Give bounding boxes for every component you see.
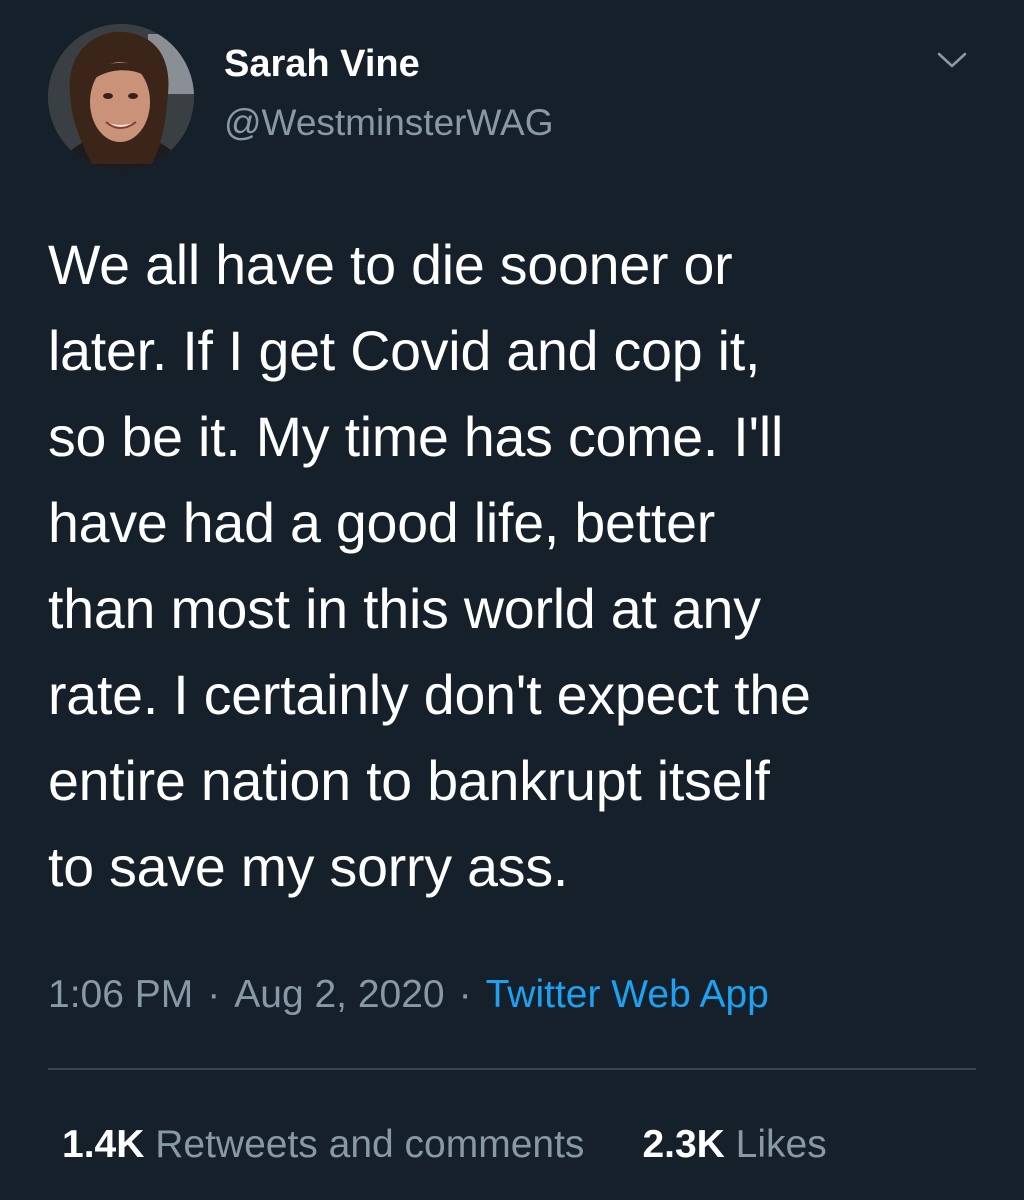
tweet-metadata: 1:06 PM · Aug 2, 2020 · Twitter Web App — [48, 970, 769, 1020]
tweet-date[interactable]: Aug 2, 2020 — [234, 973, 444, 1016]
tweet-text: We all have to die sooner or later. If I… — [48, 234, 811, 898]
author-name[interactable]: Sarah Vine — [224, 40, 420, 88]
author-handle[interactable]: @WestminsterWAG — [224, 100, 553, 146]
tweet-menu-button[interactable] — [928, 40, 976, 80]
retweets-count: 1.4K — [62, 1123, 145, 1166]
meta-separator: · — [207, 973, 221, 1016]
tweet-source-link[interactable]: Twitter Web App — [486, 973, 769, 1016]
likes-stat[interactable]: 2.3K Likes — [642, 1120, 826, 1170]
likes-count: 2.3K — [642, 1123, 725, 1166]
chevron-down-icon — [937, 52, 967, 68]
profile-photo-icon — [48, 24, 194, 170]
tweet-stats: 1.4K Retweets and comments 2.3K Likes — [62, 1120, 827, 1170]
avatar[interactable] — [48, 24, 194, 170]
retweets-stat[interactable]: 1.4K Retweets and comments — [62, 1120, 584, 1170]
likes-label: Likes — [735, 1123, 827, 1166]
tweet-time[interactable]: 1:06 PM — [48, 973, 193, 1016]
tweet-detail: Sarah Vine @WestminsterWAG We all have t… — [0, 0, 1024, 1200]
divider — [48, 1068, 976, 1070]
meta-separator: · — [458, 973, 472, 1016]
retweets-label: Retweets and comments — [155, 1123, 585, 1166]
